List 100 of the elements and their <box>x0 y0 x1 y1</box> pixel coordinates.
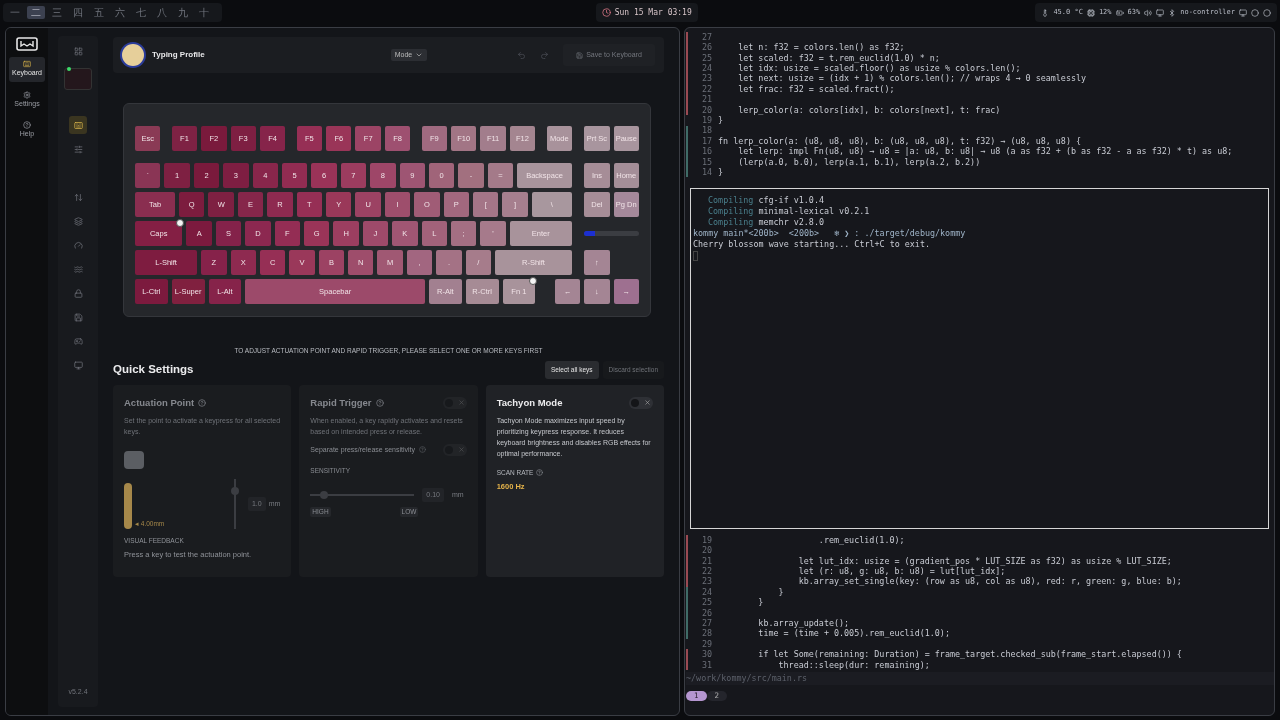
code-line: (lerp(a.0, b.0), lerp(a.1, b.1), lerp(a.2, b.2)) <box>737 156 981 169</box>
shell-prompt: kommy main*<200b> <200b> ❄ ❯ : ./target/debug/kommy <box>693 228 967 239</box>
toggle-switch[interactable] <box>629 396 653 409</box>
workspace-tag[interactable]: 四 <box>69 6 87 19</box>
line-number: 22 <box>700 565 712 577</box>
code-line: thread::sleep(dur: remaining); <box>777 659 930 672</box>
card-title: Rapid Trigger <box>310 395 372 410</box>
line-number: 24 <box>700 62 712 74</box>
code-line: } <box>718 114 724 127</box>
line-number: 31 <box>700 658 712 672</box>
line-number: 20 <box>700 103 712 116</box>
line-number: 21 <box>700 93 712 106</box>
line-number: 23 <box>700 72 712 85</box>
compile-text: cfg-if v1.0.4 <box>758 195 824 205</box>
clock-text: Sun 15 Mar 03:19 <box>614 6 692 19</box>
device-thumbnail[interactable] <box>64 68 92 90</box>
circle-icon <box>1251 8 1259 17</box>
code-line: } <box>777 585 784 599</box>
line-number: 29 <box>700 637 712 650</box>
line-number: 25 <box>700 596 712 609</box>
code-line: let scaled: f32 = t.rem_euclid(1.0) * n; <box>737 51 940 64</box>
code-line: let (r: u8, g: u8, b: u8) = lut[lut_idx]; <box>797 566 1006 578</box>
line-number: 16 <box>700 145 712 158</box>
workspace-tag[interactable]: 十 <box>195 6 213 19</box>
battery-icon <box>1115 8 1124 17</box>
workspace-tag[interactable]: 九 <box>174 6 192 19</box>
keyboard-icon[interactable] <box>69 116 87 134</box>
compile-verb: Compiling <box>708 217 754 227</box>
profile-title: Typing Profile <box>152 49 205 61</box>
help-icon <box>23 121 31 129</box>
line-number: 21 <box>700 554 712 567</box>
line-number: 23 <box>700 575 712 588</box>
compile-text: memchr v2.8.0 <box>758 217 824 227</box>
line-number: 15 <box>700 155 712 168</box>
bluetooth-icon <box>1168 8 1177 17</box>
cursor-block <box>693 251 698 261</box>
line-number: 22 <box>700 82 712 95</box>
close-icon <box>457 399 465 407</box>
line-number: 27 <box>700 30 712 43</box>
line-number: 14 <box>700 165 712 179</box>
brightness-slider[interactable] <box>584 231 639 236</box>
line-number: 17 <box>700 134 712 147</box>
close-icon <box>457 446 465 454</box>
line-number: 26 <box>700 41 712 54</box>
file-path: ~/work/kommy/src/main.rs <box>686 672 1274 685</box>
compile-verb: Compiling <box>708 195 754 205</box>
code-line: let idx: usize = scaled.floor() as usize % colors.len(); <box>737 63 1021 74</box>
card-title: Tachyon Mode <box>496 395 563 410</box>
workspace-tag[interactable]: 八 <box>153 6 171 19</box>
help-icon <box>419 446 426 454</box>
workspace-tag[interactable]: 三 <box>48 6 66 19</box>
volume-icon <box>1144 8 1153 17</box>
undo-icon <box>517 50 526 60</box>
code-line: fn lerp_color(a: (u8, u8, u8), b: (u8, u8, u8), t: f32) → (u8, u8, u8) { <box>718 134 1082 147</box>
cpu-icon <box>1086 8 1095 17</box>
line-number: 24 <box>700 585 712 598</box>
line-number: 19 <box>700 114 712 126</box>
settings-icon <box>23 90 31 99</box>
line-number: 26 <box>700 606 712 619</box>
screen-icon <box>1239 8 1247 17</box>
save-icon <box>576 51 584 59</box>
thermometer-icon <box>1041 8 1050 17</box>
line-number: 30 <box>700 648 712 661</box>
code-line: if let Some(remaining: Duration) = frame_target.checked_sub(frame_start.elapsed()) { <box>757 648 1182 661</box>
workspace-tag[interactable]: 六 <box>111 6 129 19</box>
code-line: let lerp: impl Fn(u8, u8) → u8 = |a: u8, b: u8| → u8 (a as f32 + (b as f32 - a as f32) * t) as u8; <box>737 146 1233 158</box>
line-number: 18 <box>700 124 712 137</box>
circle-icon <box>1263 8 1271 17</box>
line-number: 25 <box>700 51 712 64</box>
output-line: Cherry blossom wave starting... Ctrl+C to exit. <box>693 239 931 250</box>
workspace-tag[interactable]: 二 <box>27 6 45 19</box>
line-number: 19 <box>700 533 712 546</box>
workspace-tag[interactable]: 七 <box>132 6 150 19</box>
clock-icon <box>601 8 611 17</box>
code-line: time = (time + 0.005).rem_euclid(1.0); <box>757 628 950 640</box>
help-icon <box>375 398 384 407</box>
compile-text: minimal-lexical v0.2.1 <box>758 206 870 216</box>
help-icon <box>198 398 207 407</box>
code-line: let frac: f32 = scaled.fract(); <box>737 82 895 96</box>
code-line: let n: f32 = colors.len() as f32; <box>737 41 905 54</box>
logo-icon <box>16 37 38 51</box>
monitor-icon <box>1156 8 1165 17</box>
code-line: let lut_idx: usize = (gradient_pos * LUT_SIZE as f32) as usize % LUT_SIZE; <box>797 554 1172 567</box>
card-title: Actuation Point <box>124 395 195 410</box>
compile-verb: Compiling <box>708 206 754 216</box>
redo-icon <box>540 50 549 60</box>
actuation-bar <box>124 482 132 529</box>
code-line: let next: usize = (idx + 1) % colors.len(); // wraps 4 → 0 seamlessly <box>737 72 1087 85</box>
code-line: kb.array_set_single(key: (row as u8, col as u8), red: r, green: g, blue: b); <box>797 576 1182 589</box>
keyboard-icon <box>23 60 31 68</box>
workspace-tag[interactable]: 五 <box>90 6 108 19</box>
line-number: 20 <box>700 544 712 557</box>
code-line: } <box>718 165 724 179</box>
code-line: } <box>757 596 764 609</box>
line-number: 28 <box>700 627 712 640</box>
code-line: kb.array_update(); <box>757 617 850 630</box>
section-title: Quick Settings <box>113 362 194 377</box>
chevron-down-icon <box>415 51 424 59</box>
line-number: 27 <box>700 617 712 629</box>
close-icon <box>644 399 651 407</box>
